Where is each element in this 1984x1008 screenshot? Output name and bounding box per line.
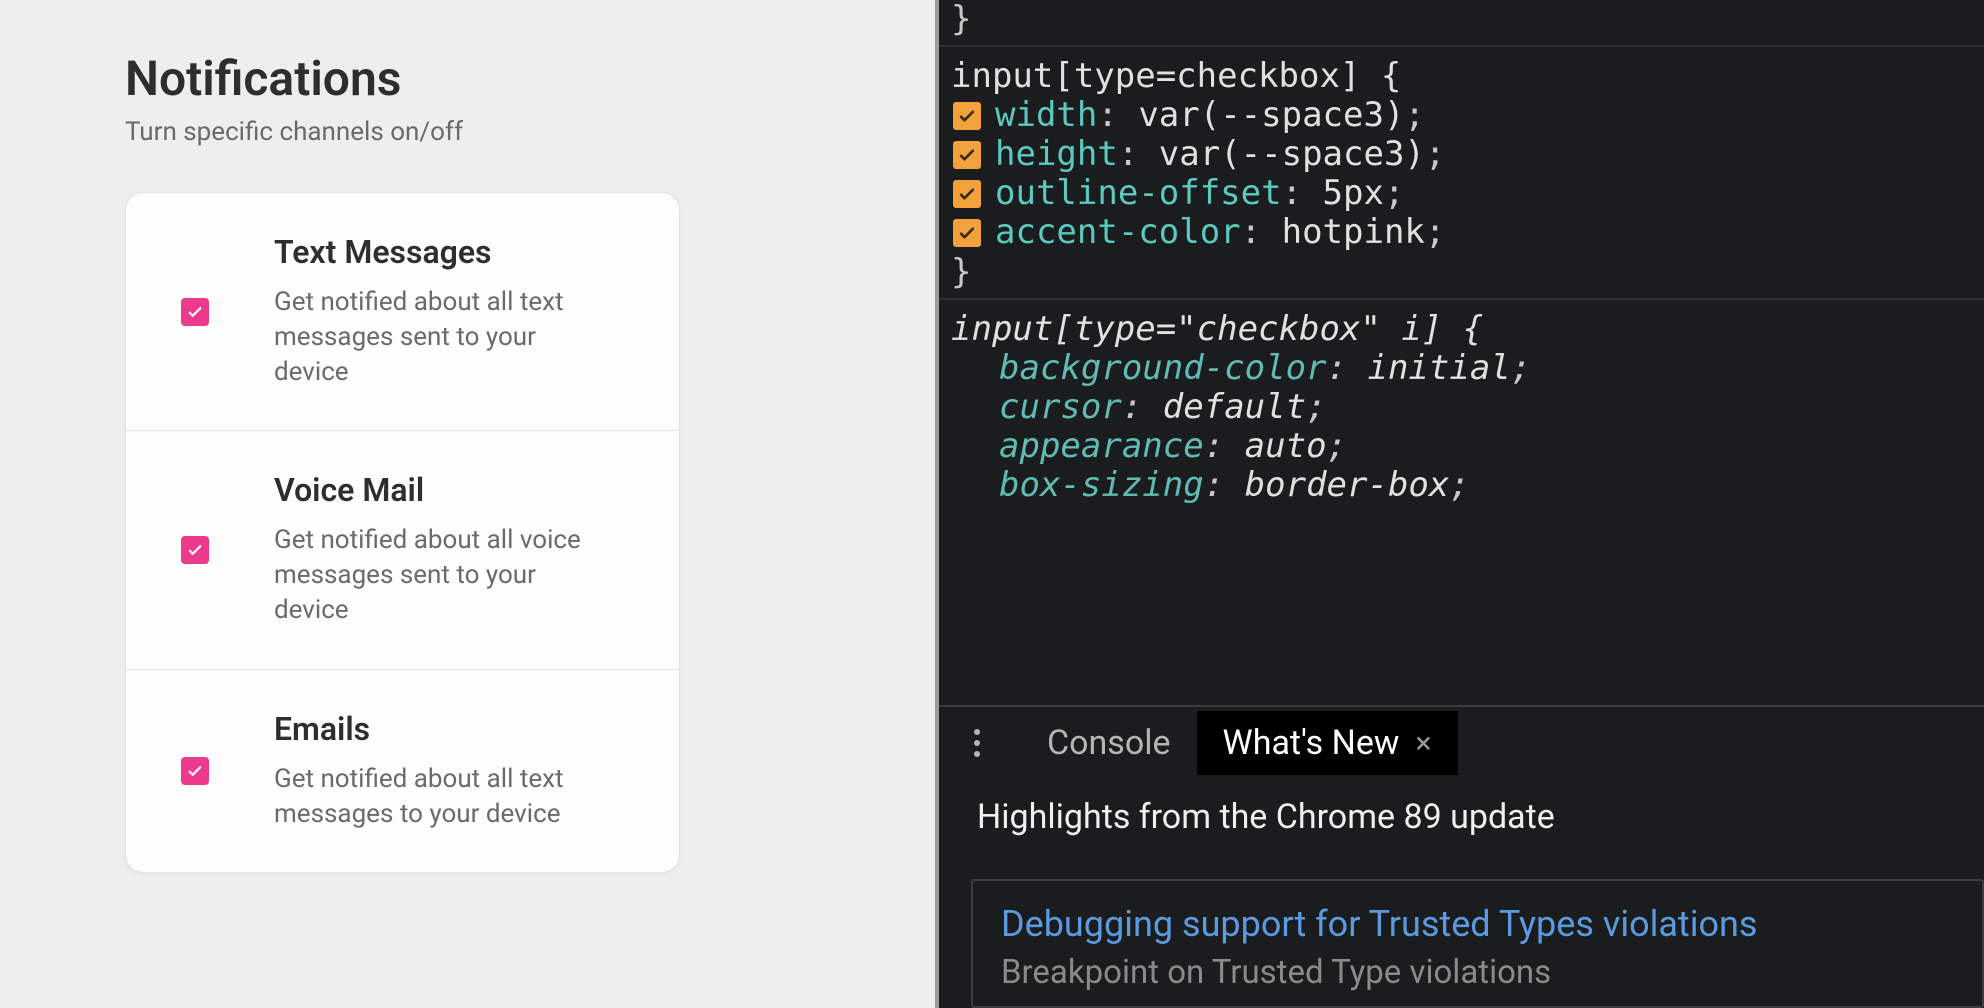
check-icon xyxy=(186,762,204,780)
checkbox-emails[interactable] xyxy=(181,757,209,785)
css-rule-checkbox: input[type=checkbox] { width: var(--spac… xyxy=(951,57,1984,292)
channel-desc: Get notified about all text messages to … xyxy=(274,762,604,832)
styles-panel[interactable]: } input[type=checkbox] { width: var(--sp… xyxy=(939,0,1984,705)
css-rule-ua-checkbox: input[type="checkbox" i] { background-co… xyxy=(951,310,1984,505)
tab-console[interactable]: Console xyxy=(1021,711,1197,775)
drawer-body: Highlights from the Chrome 89 update Deb… xyxy=(939,779,1984,1008)
channel-row-emails: Emails Get notified about all text messa… xyxy=(126,670,679,872)
css-selector[interactable]: input[type=checkbox] { xyxy=(951,56,1401,96)
channel-title: Emails xyxy=(274,710,649,748)
css-declaration[interactable]: outline-offset: 5px; xyxy=(951,174,1984,213)
drawer-heading: Highlights from the Chrome 89 update xyxy=(977,797,1984,837)
drawer-card[interactable]: Debugging support for Trusted Types viol… xyxy=(971,879,1984,1008)
close-icon[interactable]: × xyxy=(1416,726,1432,761)
page-subtitle: Turn specific channels on/off xyxy=(125,117,935,147)
css-declaration[interactable]: accent-color: hotpink; xyxy=(951,213,1984,252)
tab-whats-new[interactable]: What's New × xyxy=(1197,711,1458,775)
channel-title: Voice Mail xyxy=(274,471,649,509)
css-declaration[interactable]: height: var(--space3); xyxy=(951,135,1984,174)
devtools-panel: } input[type=checkbox] { width: var(--sp… xyxy=(939,0,1984,1008)
page-title: Notifications xyxy=(125,50,935,107)
declaration-toggle-checkbox[interactable] xyxy=(953,141,981,169)
rule-separator xyxy=(939,298,1984,300)
devtools-drawer: Console What's New × Highlights from the… xyxy=(939,705,1984,1008)
css-brace-close: } xyxy=(951,253,1984,292)
check-icon xyxy=(186,303,204,321)
kebab-menu-icon[interactable] xyxy=(959,729,995,757)
drawer-tabs: Console What's New × xyxy=(939,707,1984,779)
declaration-toggle-checkbox[interactable] xyxy=(953,219,981,247)
css-declaration[interactable]: width: var(--space3); xyxy=(951,96,1984,135)
check-icon xyxy=(186,541,204,559)
checkbox-text-messages[interactable] xyxy=(181,298,209,326)
tab-label: What's New xyxy=(1223,723,1400,763)
channel-desc: Get notified about all text messages sen… xyxy=(274,285,604,390)
drawer-card-subtitle: Breakpoint on Trusted Type violations xyxy=(1001,953,1982,992)
channel-title: Text Messages xyxy=(274,233,649,271)
drawer-card-title[interactable]: Debugging support for Trusted Types viol… xyxy=(1001,903,1982,945)
check-icon xyxy=(957,223,977,243)
check-icon xyxy=(957,106,977,126)
css-selector-ua: input[type="checkbox" i] { xyxy=(951,309,1483,349)
declaration-toggle-checkbox[interactable] xyxy=(953,180,981,208)
check-icon xyxy=(957,145,977,165)
declaration-toggle-checkbox[interactable] xyxy=(953,102,981,130)
notifications-card: Text Messages Get notified about all tex… xyxy=(125,192,680,873)
rule-separator xyxy=(939,45,1984,47)
channel-row-voice-mail: Voice Mail Get notified about all voice … xyxy=(126,431,679,669)
app-preview-pane: Notifications Turn specific channels on/… xyxy=(0,0,935,1008)
channel-row-text-messages: Text Messages Get notified about all tex… xyxy=(126,193,679,431)
channel-desc: Get notified about all voice messages se… xyxy=(274,523,604,628)
checkbox-voice-mail[interactable] xyxy=(181,536,209,564)
css-brace-close: } xyxy=(951,0,1984,39)
check-icon xyxy=(957,184,977,204)
